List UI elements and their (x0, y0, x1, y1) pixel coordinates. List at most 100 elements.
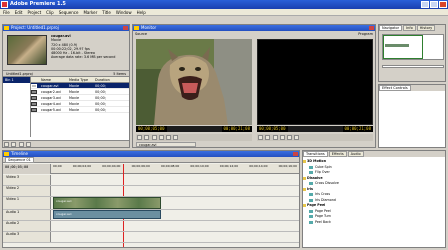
program-monitor-view[interactable] (257, 39, 373, 125)
tab-program[interactable]: Program (358, 31, 373, 37)
menu-bar: File Edit Project Clip Sequence Marker T… (0, 9, 448, 16)
timeline-controls: 00;00;05;00 (3, 164, 51, 174)
step-forward-icon[interactable] (272, 135, 278, 140)
menu-project[interactable]: Project (27, 9, 41, 15)
folder-icon (303, 187, 306, 191)
movie-icon (31, 95, 37, 100)
column-duration[interactable]: Duration (95, 77, 119, 82)
effects-panel: Transitions Effects Audio 3D Motion Cube… (302, 150, 446, 248)
tab-source[interactable]: Source (135, 31, 147, 37)
track-video-3: Video 3 (3, 175, 299, 186)
transition-icon (309, 171, 313, 174)
monitor-panel: Monitor Source Program 00;00;05;00 00;00… (132, 24, 376, 148)
mark-in-icon[interactable] (166, 135, 172, 140)
ruler-label: 00;00 (53, 164, 62, 168)
project-list-row[interactable]: cougar5.avi Movie 00;00; (31, 107, 129, 113)
column-name[interactable]: Name (41, 77, 69, 82)
transition-icon (309, 165, 313, 169)
tab-effect-controls[interactable]: Effect Controls (379, 85, 411, 91)
menu-marker[interactable]: Marker (83, 9, 97, 15)
program-timecode[interactable]: 00;00;05;00 (257, 126, 288, 132)
movie-icon (31, 83, 37, 88)
effects-item[interactable]: Peel Back (303, 220, 445, 226)
loop-icon[interactable] (158, 135, 164, 140)
source-transport-controls (136, 134, 252, 141)
clip-info: cougar.avi Movie 720 x 480 (0.9) 00:00:2… (51, 34, 116, 60)
menu-clip[interactable]: Clip (46, 9, 54, 15)
cougar-video-frame (136, 39, 252, 125)
tab-history[interactable]: History (416, 25, 436, 31)
close-icon[interactable] (293, 152, 298, 156)
close-button[interactable] (439, 1, 447, 8)
monitor-panel-title: Monitor (133, 25, 375, 31)
new-item-button[interactable] (18, 142, 24, 147)
lift-icon[interactable] (287, 135, 293, 140)
transition-icon (309, 198, 313, 202)
loop-icon[interactable] (279, 135, 285, 140)
trash-icon[interactable] (25, 142, 31, 147)
extract-icon[interactable] (294, 135, 300, 140)
menu-edit[interactable]: Edit (15, 9, 23, 15)
step-back-icon[interactable] (137, 135, 142, 140)
menu-sequence[interactable]: Sequence (59, 9, 79, 15)
ruler-label: 00;00;14;00 (249, 164, 268, 168)
transition-icon (309, 182, 313, 185)
bin-tree-selected[interactable]: Bin 1 (3, 77, 30, 83)
project-list: Name Media Type Duration cougar.avi Movi… (31, 77, 129, 137)
track-audio-3: Audio 3 (3, 232, 299, 243)
source-timecode[interactable]: 00;00;05;00 (136, 126, 167, 132)
source-clip-selector[interactable]: cougar.avi (136, 142, 196, 147)
maximize-button[interactable] (430, 1, 438, 8)
panel-icon (4, 152, 9, 156)
tab-sequence[interactable]: Sequence 01 (5, 157, 34, 163)
tab-navigator[interactable]: Navigator (379, 25, 403, 31)
timeline-tracks: Video 3 Video 2 Video 1 cougar.avi Audio… (3, 175, 299, 247)
find-button[interactable] (4, 142, 9, 147)
tab-effects[interactable]: Effects (328, 151, 347, 157)
project-panel: Project: Untitled1.prproj cougar.avi Mov… (2, 24, 130, 148)
bin-tree: Bin 1 (3, 77, 31, 137)
navigator-view-box[interactable] (383, 35, 423, 59)
close-icon[interactable] (369, 26, 374, 30)
menu-file[interactable]: File (3, 9, 10, 15)
tab-info[interactable]: Info (403, 25, 416, 31)
mark-out-icon[interactable] (173, 135, 179, 140)
step-forward-icon[interactable] (151, 135, 157, 140)
folder-icon (303, 176, 306, 180)
minimize-button[interactable] (421, 1, 429, 8)
column-media-type[interactable]: Media Type (69, 77, 95, 82)
ruler-label: 00;00;02;00 (72, 164, 92, 168)
premiere-app-icon (1, 1, 8, 8)
source-timecode-bar: 00;00;05;00 00;00;21;08 (136, 126, 252, 132)
transition-icon (309, 220, 313, 224)
timeline-ruler[interactable]: 00;00 00;00;02;00 00;00;04;00 00;00;06;0… (51, 164, 299, 174)
navigator-preview[interactable] (382, 34, 444, 60)
effect-controls-tabs: Effect Controls (379, 85, 445, 91)
effects-list: 3D Motion Cube Spin Flip Over Dissolve C… (303, 157, 445, 225)
video-clip[interactable]: cougar.avi (53, 197, 161, 209)
track-video-2: Video 2 (3, 186, 299, 197)
new-bin-button[interactable] (11, 142, 17, 147)
ruler-label: 00;00;10;00 (190, 164, 209, 168)
app-title: Adobe Premiere 1.5 (10, 1, 66, 7)
navigator-zoom-slider[interactable] (382, 65, 444, 68)
close-icon[interactable] (123, 26, 128, 30)
audio-clip[interactable]: cougar.avi (53, 210, 161, 219)
menu-window[interactable]: Window (116, 9, 132, 15)
ruler-label: 00;00;08;00 (160, 164, 180, 168)
timeline-timecode[interactable]: 00;00;05;00 (3, 165, 30, 169)
project-content: Bin 1 Name Media Type Duration cougar.av… (3, 77, 129, 137)
step-back-icon[interactable] (258, 135, 263, 140)
track-audio-1: Audio 1 cougar.avi (3, 210, 299, 221)
effect-controls-panel: Effect Controls (378, 84, 446, 148)
menu-help[interactable]: Help (137, 9, 146, 15)
tab-audio[interactable]: Audio (347, 151, 364, 157)
window-controls (421, 1, 447, 8)
menu-title[interactable]: Title (102, 9, 111, 15)
source-monitor-view[interactable] (136, 39, 252, 125)
tab-transitions[interactable]: Transitions (303, 151, 328, 157)
play-icon[interactable] (144, 135, 150, 140)
play-icon[interactable] (265, 135, 271, 140)
ruler-label: 00;00;16;00 (278, 164, 297, 168)
ruler-label: 00;00;12;00 (219, 164, 239, 168)
